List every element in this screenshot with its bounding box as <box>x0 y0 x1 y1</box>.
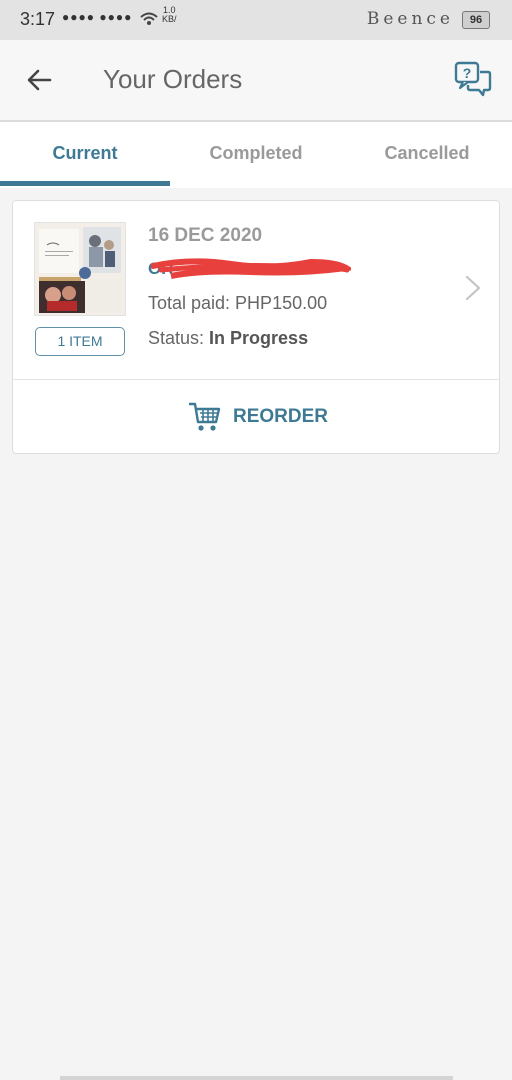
items-count-badge: 1 ITEM <box>35 327 125 356</box>
total-paid: Total paid: PHP150.00 <box>148 293 328 313</box>
help-chat-icon[interactable]: ? <box>454 60 492 98</box>
bottom-nav-hint <box>60 1076 453 1080</box>
reorder-label: REORDER <box>233 406 329 427</box>
order-tabs: Current Completed Cancelled <box>0 122 512 188</box>
order-card[interactable]: 1 ITEM 16 DEC 2020 OR Total paid: PHP150… <box>12 200 500 454</box>
signal-icon: ●●●● ●●●● <box>62 10 133 24</box>
page-title: Your Orders <box>103 64 243 94</box>
network-speed: 1.0 KB/ <box>162 6 177 24</box>
svg-text:?: ? <box>463 65 472 81</box>
reorder-button[interactable]: REORDER <box>13 380 499 452</box>
tab-completed[interactable]: Completed <box>171 122 341 186</box>
order-date: 16 DEC 2020 <box>148 225 263 246</box>
active-tab-indicator <box>0 181 170 186</box>
redaction-scribble <box>151 258 351 279</box>
status-value: In Progress <box>209 328 309 348</box>
network-speed-unit: KB/ <box>162 14 177 24</box>
wifi-icon <box>140 12 158 25</box>
status-time: 3:17 <box>20 9 56 29</box>
order-thumbnail <box>34 222 126 316</box>
app-bar: Your Orders ? <box>0 40 512 122</box>
carrier-name: Beence <box>366 9 454 29</box>
battery-icon: 96 <box>462 11 490 29</box>
status-label: Status: <box>148 328 205 348</box>
order-status: Status: In Progress <box>148 328 308 349</box>
chevron-right-icon[interactable] <box>464 275 482 301</box>
tab-current[interactable]: Current <box>0 122 170 186</box>
tab-cancelled[interactable]: Cancelled <box>342 122 512 186</box>
back-arrow-icon[interactable] <box>22 62 58 98</box>
cart-icon <box>189 402 221 431</box>
status-bar: 3:17 ●●●● ●●●● 1.0 KB/ Beence 96 <box>0 0 512 40</box>
